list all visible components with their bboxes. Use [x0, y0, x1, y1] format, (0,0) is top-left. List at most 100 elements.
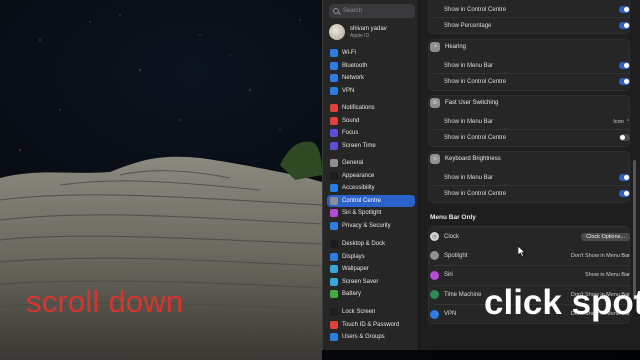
hearing-header: ◔ Hearing — [428, 39, 630, 55]
click-spot-caption: click spot — [484, 283, 640, 322]
sidebar-item-label: Touch ID & Password — [342, 321, 400, 328]
users-icon — [330, 333, 338, 342]
sidebar-item-label: Control Centre — [342, 197, 382, 204]
battery-icon — [330, 290, 338, 299]
sidebar-item-appearance[interactable]: Appearance — [327, 170, 415, 183]
row-label: Show in Menu Bar — [444, 174, 494, 181]
spotlight-menu-bar-select[interactable]: Don't Show in Menu Bar — [571, 253, 630, 259]
displays-icon — [330, 252, 338, 261]
sidebar-item-privacy-security[interactable]: Privacy & Security — [327, 220, 415, 233]
sidebar-item-bluetooth[interactable]: Bluetooth — [327, 60, 415, 73]
sidebar-item-displays[interactable]: Displays — [327, 251, 415, 264]
bluetooth-icon — [330, 61, 338, 70]
keyboard-control-centre-toggle[interactable] — [619, 190, 630, 197]
sidebar-item-label: VPN — [342, 87, 355, 94]
sidebar-group-general: General Appearance Accessibility Control Ce… — [327, 157, 415, 232]
row-label: Show in Control Centre — [444, 6, 507, 13]
battery-control-centre-toggle[interactable] — [619, 6, 630, 13]
sidebar-item-accessibility[interactable]: Accessibility — [327, 182, 415, 195]
sidebar-item-label: Focus — [342, 130, 359, 137]
notifications-icon — [330, 104, 338, 113]
apple-id-account[interactable]: shivam yadav Apple ID — [329, 22, 415, 42]
spotlight-icon — [430, 251, 439, 260]
sidebar-item-lock-screen[interactable]: Lock Screen — [327, 306, 415, 319]
ear-icon: ◔ — [430, 42, 440, 52]
sidebar-item-focus[interactable]: Focus — [327, 127, 415, 140]
settings-sidebar: Search shivam yadav Apple ID Wi-Fi Blueto… — [323, 0, 419, 350]
sidebar-item-network[interactable]: Network — [327, 72, 415, 85]
scroll-down-caption: scroll down — [26, 284, 184, 319]
scrollbar[interactable] — [633, 160, 636, 300]
sidebar-item-control-centre[interactable]: Control Centre — [327, 194, 415, 207]
row-label: Show in Menu Bar — [444, 62, 494, 69]
fast-user-menu-bar-select[interactable]: Icon — [613, 119, 623, 125]
sidebar-item-label: Wallpaper — [342, 266, 369, 273]
sidebar-item-label: Lock Screen — [342, 309, 376, 316]
clock-icon: ◷ — [430, 232, 439, 241]
row-label: VPN — [444, 311, 457, 317]
sidebar-item-label: Users & Groups — [342, 334, 385, 341]
accessibility-icon — [330, 184, 338, 193]
sidebar-item-label: Siri & Spotlight — [342, 210, 382, 217]
sidebar-item-label: General — [342, 160, 364, 167]
sidebar-group-network: Wi-Fi Bluetooth Network VPN — [327, 47, 415, 97]
account-subtitle: Apple ID — [350, 32, 370, 39]
hearing-control-centre-toggle[interactable] — [619, 78, 630, 85]
sidebar-item-label: Accessibility — [342, 185, 375, 192]
lock-icon — [330, 308, 338, 317]
avatar — [329, 24, 345, 40]
sidebar-item-notifications[interactable]: Notifications — [327, 102, 415, 115]
row-label: Show in Control Centre — [444, 78, 507, 85]
sidebar-item-desktop-dock[interactable]: Desktop & Dock — [327, 238, 415, 251]
gear-icon — [330, 159, 338, 168]
sidebar-item-general[interactable]: General — [327, 157, 415, 170]
vpn-icon — [430, 309, 439, 319]
sidebar-item-label: Displays — [342, 253, 365, 260]
row-label: Show in Menu Bar — [444, 118, 494, 125]
sidebar-item-label: Screen Saver — [342, 278, 379, 285]
time-machine-icon — [430, 290, 439, 299]
battery-percentage-toggle[interactable] — [619, 22, 630, 29]
clock-row: ◷ Clock Clock Options... — [428, 227, 630, 246]
row-label: Show in Control Centre — [444, 134, 507, 141]
section-title: Keyboard Brightness — [445, 156, 501, 162]
sidebar-item-wallpaper[interactable]: Wallpaper — [327, 263, 415, 276]
fast-user-control-centre-toggle[interactable] — [619, 134, 630, 141]
hearing-menu-bar-toggle[interactable] — [619, 62, 630, 69]
sidebar-item-sound[interactable]: Sound — [327, 115, 415, 128]
search-icon — [333, 8, 339, 14]
chevron-updown-icon: ⌃ — [625, 118, 630, 125]
row-label: Show in Control Centre — [444, 190, 507, 197]
sidebar-item-vpn[interactable]: VPN — [327, 85, 415, 98]
battery-show-in-control-centre-row: Show in Control Centre — [428, 2, 630, 17]
privacy-icon — [330, 221, 338, 230]
keyboard-menu-bar-toggle[interactable] — [619, 174, 630, 181]
sidebar-item-screen-saver[interactable]: Screen Saver — [327, 276, 415, 289]
menu-bar-only-heading: Menu Bar Only — [430, 214, 476, 221]
users-icon: ☺ — [430, 98, 440, 108]
search-field[interactable]: Search — [329, 4, 415, 18]
keyboard-control-centre-row: Show in Control Centre — [428, 186, 630, 201]
sidebar-item-battery[interactable]: Battery — [327, 288, 415, 301]
sidebar-item-siri-spotlight[interactable]: Siri & Spotlight — [327, 207, 415, 220]
section-title: Hearing — [445, 44, 467, 50]
sidebar-item-label: Notifications — [342, 105, 375, 112]
control-centre-icon — [330, 196, 338, 205]
sidebar-item-label: Desktop & Dock — [342, 241, 386, 248]
appearance-icon — [330, 171, 338, 180]
dock-icon — [330, 240, 338, 249]
sidebar-item-touch-id-password[interactable]: Touch ID & Password — [327, 319, 415, 332]
sidebar-item-wi-fi[interactable]: Wi-Fi — [327, 47, 415, 60]
sidebar-item-screen-time[interactable]: Screen Time — [327, 140, 415, 153]
account-name: shivam yadav — [350, 25, 387, 32]
vpn-icon — [330, 86, 338, 95]
sidebar-item-users-groups[interactable]: Users & Groups — [327, 331, 415, 344]
siri-icon — [430, 270, 439, 280]
siri-menu-bar-select[interactable]: Show in Menu Bar — [585, 272, 630, 278]
row-label: Clock — [444, 233, 460, 240]
clock-options-button[interactable]: Clock Options... — [581, 232, 630, 241]
focus-icon — [330, 129, 338, 138]
sidebar-item-label: Screen Time — [342, 142, 376, 149]
fast-user-control-centre-row: Show in Control Centre — [428, 130, 630, 145]
fast-user-menu-bar-row: Show in Menu Bar Icon ⌃ — [428, 114, 630, 129]
